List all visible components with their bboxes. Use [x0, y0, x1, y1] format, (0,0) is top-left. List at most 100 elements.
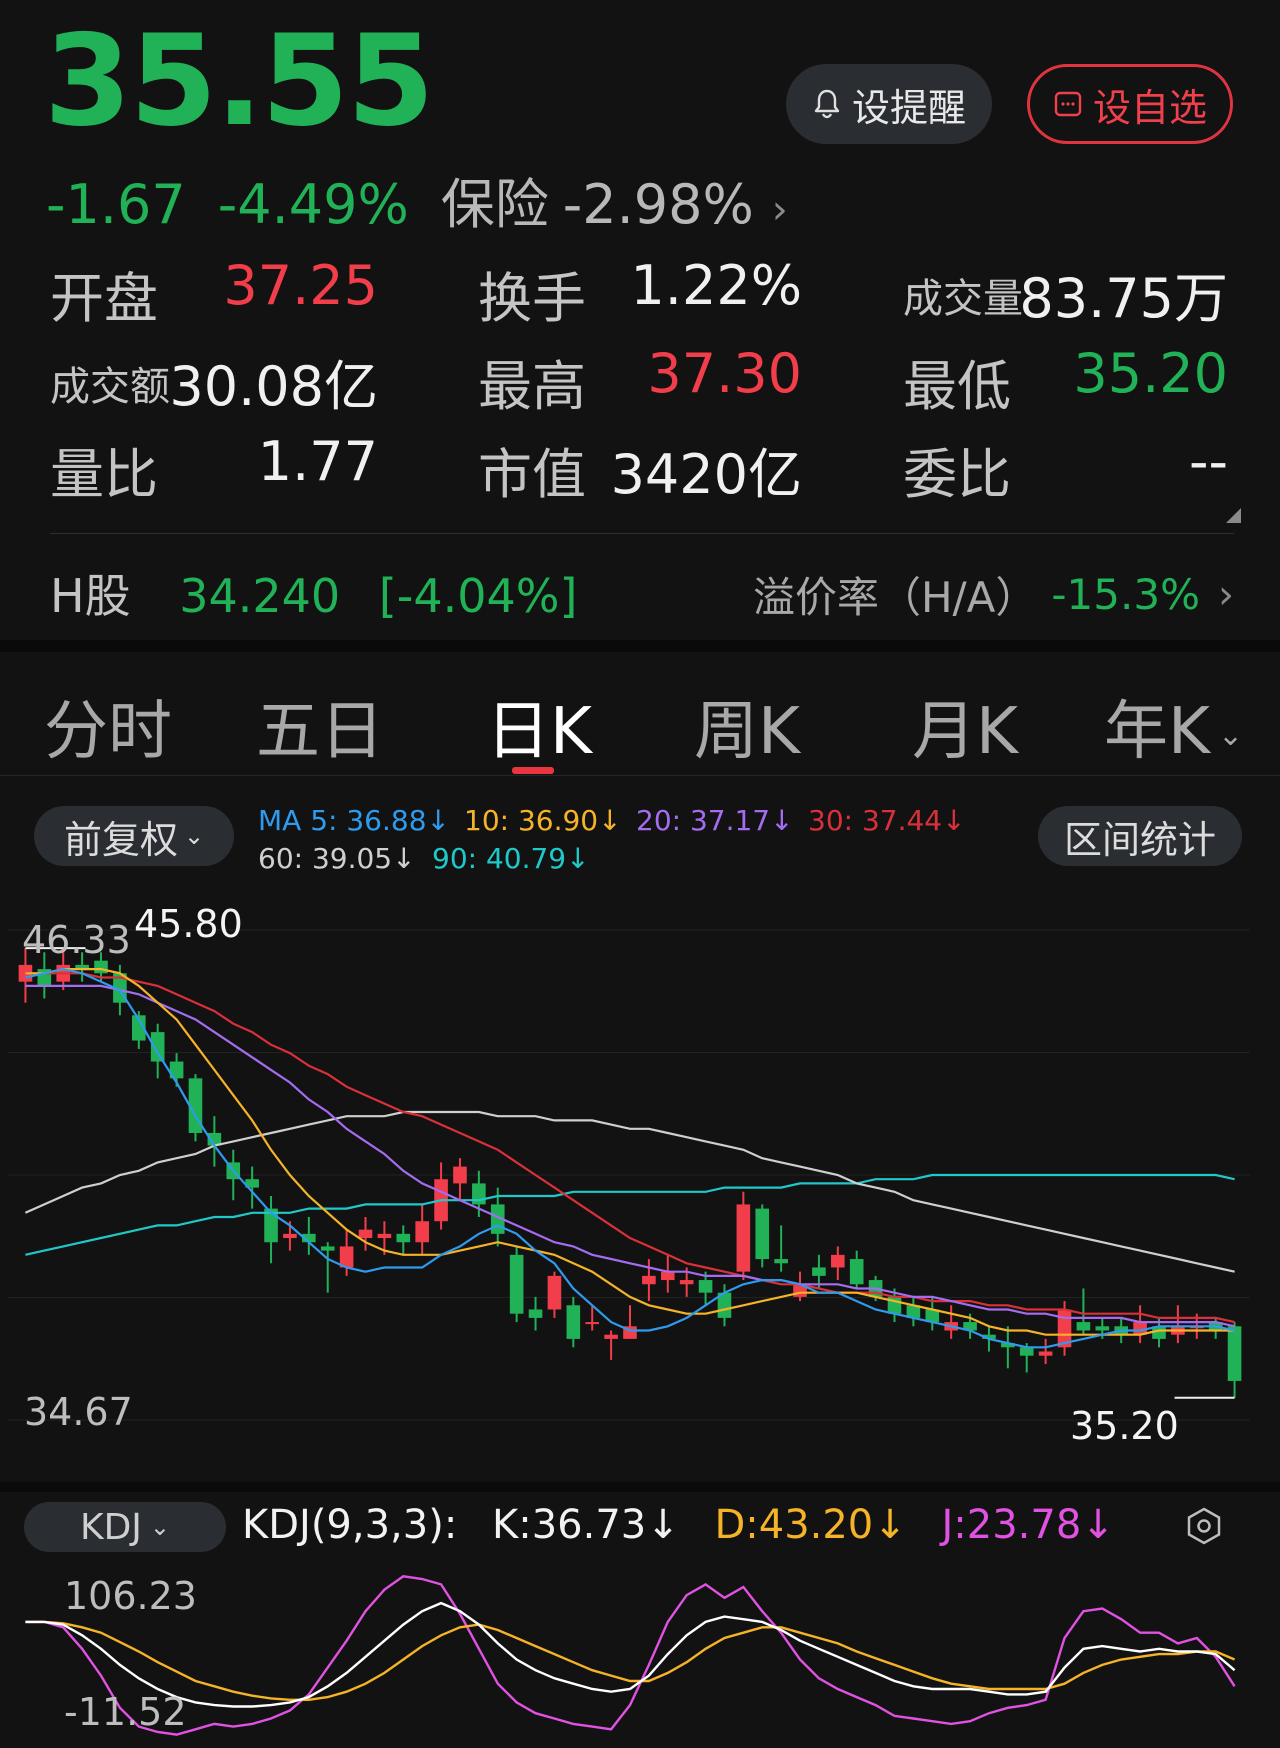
tab-intraday[interactable]: 分时: [44, 680, 172, 772]
tab-yearly-k[interactable]: 年K ⌄: [1104, 680, 1243, 772]
tab-monthly-k[interactable]: 月K: [912, 680, 1018, 772]
candle-body: [453, 1166, 467, 1184]
candle-body: [812, 1267, 826, 1276]
high-value: 37.30: [647, 342, 802, 405]
candle-body: [1038, 1351, 1053, 1356]
candle-body: [528, 1309, 543, 1318]
sector-change[interactable]: -2.98%: [563, 173, 754, 236]
tab-daily-k[interactable]: 日K: [486, 680, 592, 772]
indicator-label: KDJ: [79, 1506, 142, 1548]
candle-body: [509, 1254, 524, 1314]
market-cap-value: 3420亿: [610, 443, 802, 506]
kdj-title: KDJ(9,3,3):: [242, 1502, 458, 1548]
section-separator: [0, 640, 1280, 652]
ma20-line: [25, 984, 1235, 1328]
change-row: -1.67 -4.49% 保险 -2.98% ›: [46, 160, 820, 239]
divider: [50, 533, 1234, 534]
tab-five-day[interactable]: 五日: [256, 680, 384, 772]
ma30-line: [25, 972, 1235, 1324]
kdj-y-bottom-label: -11.52: [64, 1690, 187, 1734]
max-price-label: 45.80: [134, 902, 243, 946]
expand-corner-icon[interactable]: [1226, 508, 1241, 523]
amount-label: 成交额: [50, 364, 170, 410]
candle-body: [396, 1233, 411, 1243]
candle-body: [1019, 1347, 1034, 1356]
range-stats-button[interactable]: 区间统计: [1038, 806, 1242, 866]
candlestick-chart[interactable]: [8, 900, 1250, 1470]
candle-body: [1076, 1322, 1091, 1331]
chevron-right-icon[interactable]: ›: [772, 187, 788, 233]
bell-icon: [812, 88, 842, 120]
volume-value: 83.75万: [1019, 267, 1228, 330]
price-change-pct: -4.49%: [217, 173, 409, 236]
price-change: -1.67: [46, 173, 186, 236]
current-price: 35.55: [44, 7, 435, 154]
low-value: 35.20: [1073, 342, 1228, 405]
section-separator: [0, 1482, 1280, 1492]
set-alert-button[interactable]: 设提醒: [786, 64, 992, 144]
kdj-k-line: [25, 1601, 1236, 1708]
premium-value: -15.3%: [1051, 570, 1200, 619]
sector-name[interactable]: 保险: [441, 160, 549, 239]
open-value: 37.25: [223, 254, 378, 317]
candle-body: [94, 960, 108, 974]
set-alert-label: 设提醒: [851, 85, 966, 130]
price-adjust-label: 前复权: [63, 817, 178, 862]
ma10-line: [25, 967, 1235, 1336]
kdj-d-value: D:43.20↓: [714, 1502, 907, 1548]
candle-body: [415, 1221, 429, 1243]
ma10-value: 10: 36.90↓: [464, 804, 622, 837]
divider: [0, 775, 1280, 776]
ma5-value: MA 5: 36.88↓: [258, 804, 450, 837]
chevron-down-icon: ⌄: [149, 1513, 171, 1541]
ma60-value: 60: 39.05↓: [258, 842, 416, 875]
candle-body: [698, 1280, 713, 1293]
market-cap-label: 市值: [478, 443, 586, 506]
candle-body: [774, 1259, 788, 1264]
open-label: 开盘: [50, 267, 158, 330]
candle-body: [1095, 1326, 1110, 1331]
chevron-down-icon: ⌄: [1217, 717, 1244, 753]
candle-body: [849, 1259, 864, 1285]
volume-label: 成交量: [903, 276, 1023, 322]
candle-body: [547, 1275, 562, 1310]
chevron-down-icon: ⌄: [183, 822, 205, 850]
indicator-dropdown[interactable]: KDJ ⌄: [24, 1502, 226, 1552]
ma90-line: [25, 1173, 1235, 1256]
candle-body: [1227, 1326, 1242, 1381]
candle-body: [320, 1246, 335, 1251]
active-tab-indicator: [512, 767, 554, 774]
candle-body: [642, 1275, 656, 1285]
premium-label: 溢价率（H/A）: [752, 573, 1038, 622]
candle-body: [377, 1233, 392, 1239]
ma90-value: 90: 40.79↓: [432, 842, 590, 875]
price-adjust-dropdown[interactable]: 前复权 ⌄: [34, 806, 234, 866]
y-axis-bottom-label: 34.67: [24, 1390, 133, 1434]
candle-body: [736, 1204, 751, 1272]
kdj-values: KDJ(9,3,3): K:36.73↓ D:43.20↓ J:23.78↓: [242, 1502, 1137, 1548]
y-axis-top-label: 46.33: [22, 918, 131, 962]
h-share-price: 34.240: [179, 569, 341, 623]
turnover-label: 换手: [478, 267, 586, 330]
tab-weekly-k[interactable]: 周K: [694, 680, 800, 772]
min-price-label: 35.20: [1070, 1404, 1179, 1448]
volume-ratio-label: 量比: [50, 443, 158, 506]
candle-body: [358, 1229, 373, 1239]
candle-body: [283, 1233, 297, 1239]
add-watchlist-label: 设自选: [1092, 85, 1207, 130]
candle-body: [679, 1280, 694, 1285]
h-share-row[interactable]: H股 34.240 [-4.04%]: [50, 560, 577, 626]
settings-icon[interactable]: [1184, 1506, 1224, 1550]
kdj-j-line: [25, 1575, 1236, 1736]
add-watchlist-button[interactable]: 设自选: [1027, 64, 1233, 144]
amount-value: 30.08亿: [169, 355, 378, 418]
candle-body: [585, 1322, 600, 1325]
order-ratio-value: --: [1189, 430, 1228, 493]
candle-body: [755, 1208, 770, 1260]
premium-row[interactable]: 溢价率（H/A） -15.3% ›: [753, 564, 1234, 625]
candle-body: [566, 1305, 581, 1339]
high-label: 最高: [478, 355, 586, 418]
kdj-j-value: J:23.78↓: [941, 1502, 1115, 1548]
turnover-value: 1.22%: [630, 254, 802, 317]
candle-body: [604, 1334, 618, 1339]
